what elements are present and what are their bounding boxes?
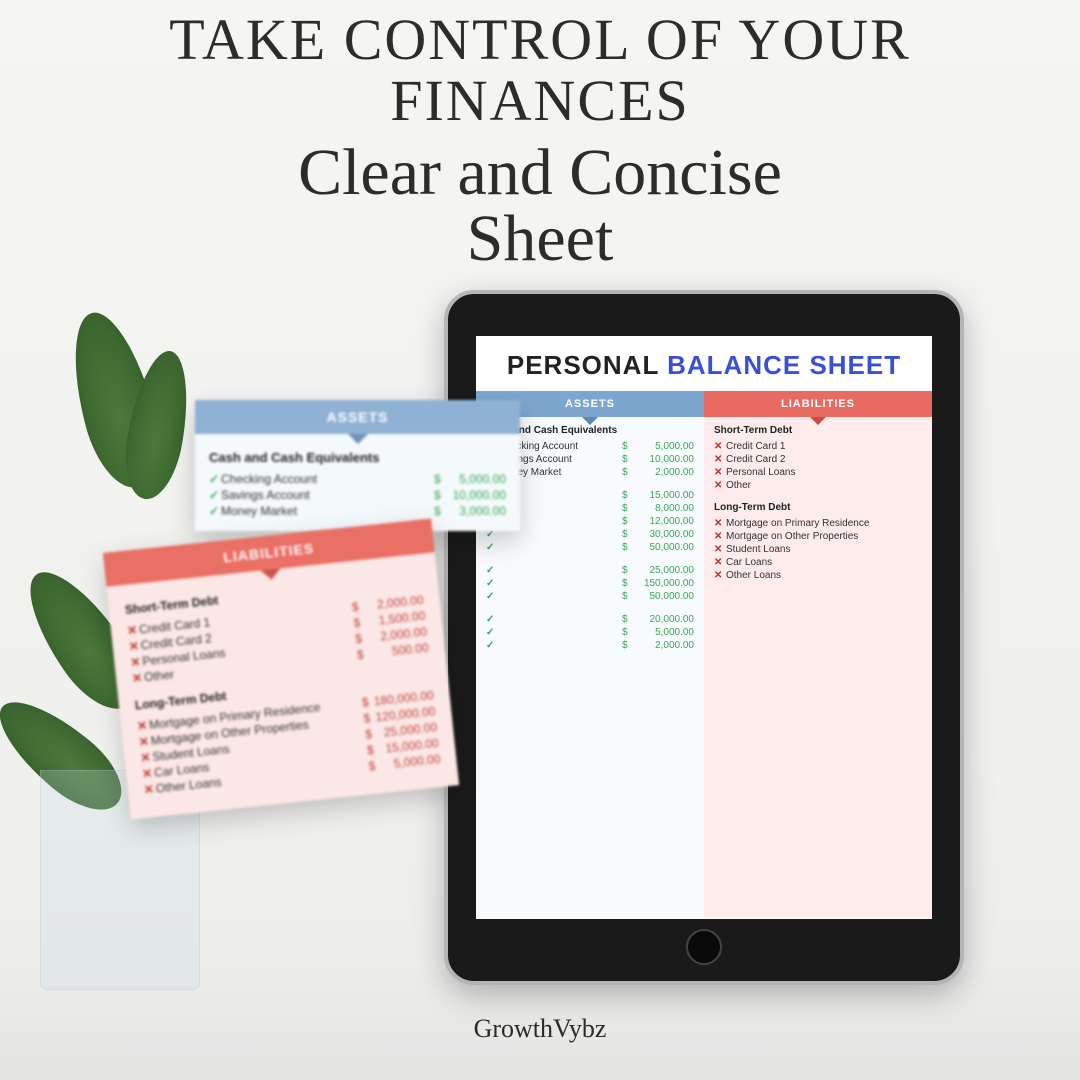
- sheet-title-part2: BALANCE SHEET: [667, 350, 901, 380]
- list-item: ✓$50,000.00: [486, 590, 694, 603]
- row-label: Checking Account: [221, 472, 434, 486]
- tablet-mockup: PERSONAL BALANCE SHEET ASSETS Cash and C…: [444, 290, 964, 985]
- x-icon: ✕: [714, 570, 726, 581]
- x-icon: ✕: [714, 454, 726, 465]
- check-icon: ✓: [209, 488, 221, 502]
- x-icon: ✕: [714, 518, 726, 529]
- row-label: Personal Loans: [726, 467, 922, 478]
- row-label: Credit Card 2: [726, 454, 922, 465]
- list-item: ✕Car Loans: [714, 556, 922, 569]
- check-icon: ✓: [486, 591, 498, 602]
- assets-card: ASSETS Cash and Cash Equivalents ✓Checki…: [195, 400, 520, 531]
- liabilities-column: LIABILITIES Short-Term Debt ✕Credit Card…: [704, 391, 932, 918]
- list-item: ✕Credit Card 1: [714, 440, 922, 453]
- sheet-title-part1: PERSONAL: [507, 350, 659, 380]
- list-item: ✓$25,000.00: [486, 564, 694, 577]
- row-label: Savings Account: [221, 488, 434, 502]
- assets-card-header: ASSETS: [195, 400, 520, 434]
- x-icon: ✕: [714, 531, 726, 542]
- tablet-screen: PERSONAL BALANCE SHEET ASSETS Cash and C…: [476, 336, 932, 919]
- check-icon: ✓: [209, 504, 221, 518]
- subhead-line2: Sheet: [0, 206, 1080, 272]
- headline-line2: FINANCES: [0, 71, 1080, 132]
- headline: TAKE CONTROL OF YOUR FINANCES: [0, 0, 1080, 132]
- check-icon: ✓: [486, 565, 498, 576]
- assets-card-section: Cash and Cash Equivalents: [209, 450, 506, 465]
- list-item: ✕Mortgage on Primary Residence: [714, 517, 922, 530]
- liabilities-card: LIABILITIES Short-Term Debt ✕Credit Card…: [103, 518, 459, 819]
- surface-shadow: [0, 960, 1080, 1080]
- list-item: ✓$5,000.00: [486, 626, 694, 639]
- check-icon: ✓: [486, 640, 498, 651]
- row-label: Car Loans: [726, 557, 922, 568]
- check-icon: ✓: [486, 542, 498, 553]
- list-item: ✓Savings Account$10,000.00: [209, 487, 506, 503]
- short-term-title: Short-Term Debt: [714, 425, 922, 436]
- check-icon: ✓: [486, 578, 498, 589]
- x-icon: ✕: [714, 441, 726, 452]
- row-label: Mortgage on Primary Residence: [726, 518, 922, 529]
- row-label: Money Market: [221, 504, 434, 518]
- check-icon: ✓: [486, 614, 498, 625]
- sheet-title: PERSONAL BALANCE SHEET: [476, 336, 932, 391]
- list-item: ✓$20,000.00: [486, 613, 694, 626]
- list-item: ✓Checking Account$5,000.00: [209, 471, 506, 487]
- list-item: ✓$2,000.00: [486, 639, 694, 652]
- x-icon: ✕: [714, 557, 726, 568]
- list-item: ✓$50,000.00: [486, 541, 694, 554]
- list-item: ✕Mortgage on Other Properties: [714, 530, 922, 543]
- list-item: ✕Other: [714, 479, 922, 492]
- check-icon: ✓: [486, 627, 498, 638]
- x-icon: ✕: [714, 544, 726, 555]
- row-label: Credit Card 1: [726, 441, 922, 452]
- liabilities-header: LIABILITIES: [704, 391, 932, 417]
- x-icon: ✕: [714, 480, 726, 491]
- list-item: ✕Personal Loans: [714, 466, 922, 479]
- long-term-title: Long-Term Debt: [714, 502, 922, 513]
- list-item: ✕Student Loans: [714, 543, 922, 556]
- row-label: Other Loans: [726, 570, 922, 581]
- list-item: ✕Credit Card 2: [714, 453, 922, 466]
- check-icon: ✓: [209, 472, 221, 486]
- x-icon: ✕: [714, 467, 726, 478]
- list-item: ✓$150,000.00: [486, 577, 694, 590]
- row-label: Student Loans: [726, 544, 922, 555]
- list-item: ✓Money Market$3,000.00: [209, 503, 506, 519]
- row-label: Other: [726, 480, 922, 491]
- headline-line1: TAKE CONTROL OF YOUR: [0, 10, 1080, 71]
- subheadline: Clear and Concise Sheet: [0, 140, 1080, 272]
- subhead-line1: Clear and Concise: [0, 140, 1080, 206]
- list-item: ✕Other Loans: [714, 569, 922, 582]
- row-label: Mortgage on Other Properties: [726, 531, 922, 542]
